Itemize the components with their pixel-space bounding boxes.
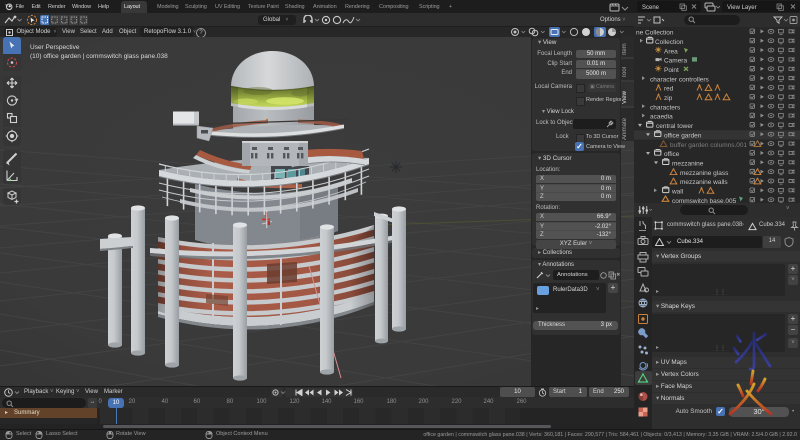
- svg-text:characters: characters: [650, 104, 680, 111]
- svg-text:office: office: [664, 151, 680, 158]
- svg-text:office garden: office garden: [664, 133, 702, 140]
- svg-text:Camera: Camera: [664, 58, 688, 65]
- svg-text:acaedia: acaedia: [650, 114, 673, 121]
- svg-text:zip: zip: [664, 95, 673, 102]
- svg-text:mezzanine glass: mezzanine glass: [680, 170, 728, 177]
- svg-text:mezzanine walls: mezzanine walls: [680, 179, 728, 186]
- svg-text:buffer garden columns.001: buffer garden columns.001: [670, 142, 748, 149]
- svg-text:ne Collection: ne Collection: [636, 30, 674, 37]
- svg-text:wall: wall: [671, 189, 683, 196]
- svg-text:Collection: Collection: [655, 39, 684, 46]
- svg-text:character controllers: character controllers: [650, 76, 709, 83]
- svg-text:Point: Point: [664, 67, 679, 74]
- svg-text:central tower: central tower: [656, 123, 694, 130]
- svg-text:Area: Area: [664, 48, 678, 55]
- svg-text:mezzanine: mezzanine: [672, 161, 704, 168]
- svg-text:red: red: [664, 86, 674, 93]
